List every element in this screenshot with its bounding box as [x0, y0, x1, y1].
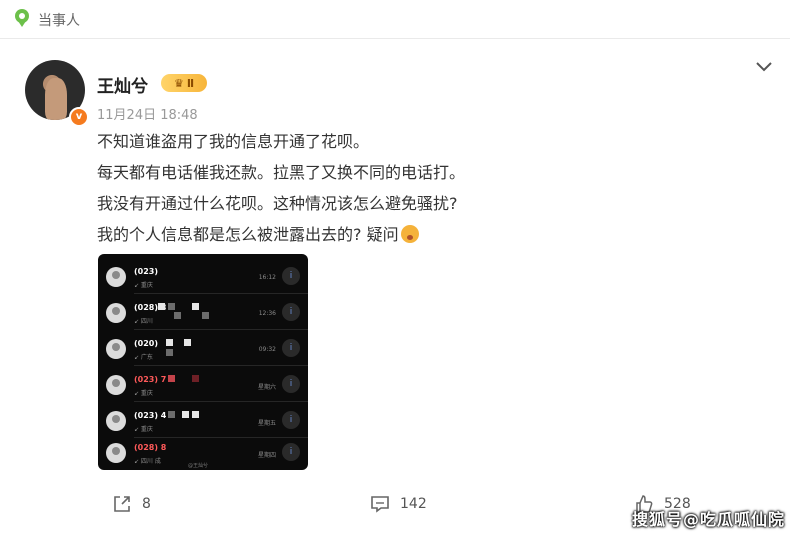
share-icon: [112, 494, 132, 514]
mosaic-block: [192, 411, 199, 418]
call-number-missed: (028) 8: [134, 443, 167, 452]
call-time: 16:12: [258, 274, 276, 281]
mosaic-block: [168, 411, 175, 418]
crown-icon: ♛: [173, 76, 184, 90]
mosaic-block: [184, 339, 191, 346]
call-location: ↙ 广东: [134, 354, 153, 361]
section-label: 当事人: [38, 13, 80, 29]
post-line: 我的个人信息都是怎么被泄露出去的? 疑问: [97, 225, 399, 244]
contact-avatar-icon: [106, 375, 126, 395]
mosaic-block: [202, 312, 209, 319]
post-line: 不知道谁盗用了我的信息开通了花呗。: [97, 132, 370, 151]
call-row: (023) 4 ↙ 重庆 星期五 i: [98, 402, 308, 438]
contact-avatar-icon: [106, 443, 126, 463]
post-line: 每天都有电话催我还款。拉黑了又换不同的电话打。: [97, 163, 466, 182]
post-body: 不知道谁盗用了我的信息开通了花呗。 每天都有电话催我还款。拉黑了又换不同的电话打…: [97, 126, 465, 250]
mosaic-block: [166, 339, 173, 346]
call-log-image[interactable]: (023) ↙ 重庆 16:12 i (028) 8 ↙ 四川 12:36 i …: [98, 254, 308, 470]
comment-icon: [370, 494, 390, 514]
call-number: (020): [134, 339, 159, 348]
call-location: ↙ 重庆: [134, 390, 153, 397]
divider: [0, 38, 790, 39]
call-time: 星期六: [257, 384, 276, 391]
call-row: (023) 7 ↙ 重庆 星期六 i: [98, 366, 308, 402]
call-number: (023): [134, 267, 159, 276]
mosaic-block: [174, 312, 181, 319]
call-row: (028) 8 ↙ 四川 12:36 i: [98, 294, 308, 330]
contact-avatar-icon: [106, 339, 126, 359]
mosaic-block: [182, 411, 189, 418]
mosaic-block: [192, 303, 199, 310]
post-line-last: 我的个人信息都是怎么被泄露出去的? 疑问: [97, 219, 465, 250]
call-location: ↙ 重庆: [134, 426, 153, 433]
call-number-missed: (023) 7: [134, 375, 167, 384]
call-location: ↙ 四川 成: [134, 458, 161, 465]
call-time: 12:36: [258, 310, 276, 317]
info-icon: i: [282, 267, 300, 285]
call-time: 09:32: [258, 346, 276, 353]
chevron-down-icon[interactable]: [754, 56, 774, 76]
contact-avatar-icon: [106, 267, 126, 287]
call-row: (020) ↙ 广东 09:32 i: [98, 330, 308, 366]
member-badge[interactable]: ♛ Ⅱ: [161, 74, 207, 92]
member-level: Ⅱ: [186, 76, 195, 90]
post-line: 我没有开通过什么花呗。这种情况该怎么避免骚扰?: [97, 194, 458, 213]
info-icon: i: [282, 303, 300, 321]
call-location: ↙ 重庆: [134, 282, 153, 289]
call-location: ↙ 四川: [134, 318, 153, 325]
call-row: (023) ↙ 重庆 16:12 i: [98, 258, 308, 294]
confused-emoji-icon: [400, 225, 419, 243]
info-icon: i: [282, 443, 300, 461]
info-icon: i: [282, 375, 300, 393]
call-time: 星期五: [257, 420, 276, 427]
mosaic-block: [168, 375, 175, 382]
top-bar: 当事人: [12, 8, 80, 32]
mosaic-block: [166, 349, 173, 356]
contact-avatar-icon: [106, 303, 126, 323]
mosaic-block: [168, 303, 175, 310]
share-button[interactable]: 8: [112, 494, 151, 514]
image-watermark: @王灿兮: [188, 463, 209, 469]
mosaic-block: [158, 303, 165, 310]
location-pin-icon: [12, 8, 32, 32]
post-timestamp[interactable]: 11月24日 18:48: [97, 104, 198, 123]
share-count: 8: [142, 496, 151, 512]
verified-badge-icon: v: [69, 107, 89, 127]
author-name[interactable]: 王灿兮: [97, 72, 148, 97]
source-watermark: 搜狐号@吃瓜呱仙院: [632, 510, 786, 529]
info-icon: i: [282, 339, 300, 357]
call-number: (023) 4: [134, 411, 167, 420]
comment-count: 142: [400, 496, 427, 512]
call-time: 星期四: [257, 452, 276, 459]
contact-avatar-icon: [106, 411, 126, 431]
info-icon: i: [282, 411, 300, 429]
mosaic-block: [192, 375, 199, 382]
comment-button[interactable]: 142: [370, 494, 427, 514]
